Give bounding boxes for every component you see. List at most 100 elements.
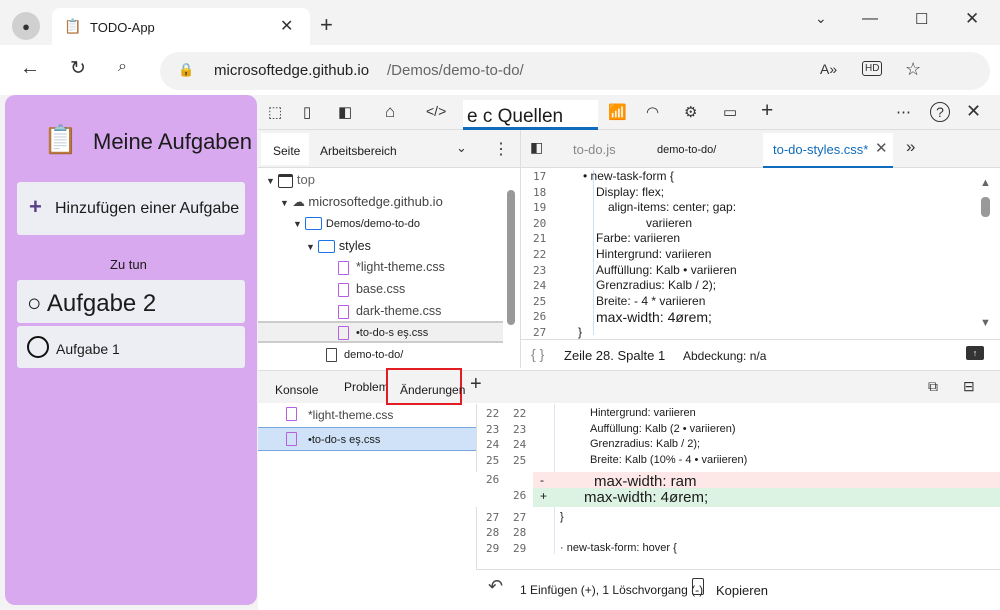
diff-row: 24 24 Grenzradius: Kalb / 2); — [476, 437, 1000, 452]
diff-text: } — [560, 510, 564, 523]
tree-item[interactable]: demo-to-do/ — [326, 347, 403, 362]
file-icon — [326, 347, 337, 362]
tree-item[interactable]: ▼ ☁ microsoftedge.github.io — [280, 194, 443, 209]
line-number: 27 — [513, 510, 527, 524]
folder-icon — [318, 240, 336, 254]
more-tools-plus-icon[interactable]: + — [761, 99, 773, 123]
dock-drawer-icon[interactable]: ⧉ — [928, 378, 938, 395]
code-line: • new-task-form { — [583, 169, 674, 183]
minimize-button[interactable]: — — [862, 10, 878, 28]
close-tab-icon[interactable]: ✕ — [875, 139, 888, 157]
search-icon[interactable]: ⌕ — [118, 58, 127, 76]
new-tab-button[interactable]: + — [320, 12, 333, 38]
tab-console[interactable]: Konsole — [275, 383, 318, 397]
browser-tab[interactable]: 📋 TODO-App ✕ — [52, 8, 310, 45]
tab-strip: ● 📋 TODO-App ✕ + ⌄ — ☐ ✕ — [0, 0, 1000, 45]
indent-guide — [593, 170, 594, 335]
editor-tab-active[interactable]: to-do-styles.css* ✕ — [763, 133, 893, 168]
device-emulation-icon[interactable]: ▯ — [303, 103, 311, 121]
diff-text: Auffüllung: Kalb (2 • variieren) — [590, 422, 736, 435]
url-field[interactable]: 🔒 microsoftedge.github.io /Demos/demo-to… — [160, 52, 990, 90]
diff-row: 29 29 · new-task-form: hover { — [476, 541, 1000, 556]
chevron-down-icon[interactable]: ⌄ — [456, 140, 467, 156]
memory-icon[interactable]: ⚙ — [684, 103, 697, 121]
collapse-drawer-icon[interactable]: ⊟ — [963, 378, 975, 395]
tab-label: Seite — [273, 144, 301, 158]
close-devtools-icon[interactable]: ✕ — [966, 101, 981, 122]
back-icon[interactable]: ← — [20, 57, 40, 80]
inspect-icon[interactable]: ⬚ — [268, 103, 282, 121]
tab-changes[interactable]: Änderungen — [386, 368, 465, 405]
favorite-star-icon[interactable]: ☆ — [905, 59, 921, 80]
copy-icon[interactable] — [692, 578, 704, 595]
performance-icon[interactable]: ◠ — [646, 103, 659, 121]
undo-icon[interactable]: ↶ — [488, 576, 503, 597]
changed-file-selected[interactable]: •to-do-s eş.css — [258, 427, 476, 451]
tree-item[interactable]: •to-do-s eş.css — [338, 325, 428, 340]
code-line: Hintergrund: variieren — [596, 247, 712, 261]
changed-file[interactable]: *light-theme.css — [258, 404, 476, 426]
scroll-up-icon[interactable]: ▲ — [980, 177, 991, 189]
more-vertical-icon[interactable]: ⋮ — [493, 139, 509, 159]
tab-sources[interactable]: e c Quellen — [463, 100, 598, 130]
section-heading: Zu tun — [110, 257, 147, 272]
diff-row: 25 25 Breite: Kalb (10% - 4 • variieren) — [476, 453, 1000, 468]
diff-row: 27 27} — [476, 510, 1000, 525]
file-name: •to-do-s eş.css — [308, 434, 381, 446]
hd-icon[interactable]: HD — [862, 61, 883, 76]
maximize-button[interactable]: ☐ — [915, 10, 928, 28]
tree-item[interactable]: dark-theme.css — [338, 304, 441, 319]
task-item[interactable]: Aufgabe 1 — [17, 326, 245, 368]
show-drawer-icon[interactable]: ↑ — [966, 346, 984, 360]
task-text: Aufgabe 1 — [56, 341, 120, 357]
tree-item[interactable]: ▼ top — [266, 172, 315, 188]
tree-item[interactable]: base.css — [338, 282, 405, 297]
editor-tabs: ◧ to-do.js demo-to-do/ to-do-styles.css*… — [521, 130, 1000, 168]
task-item[interactable]: ○ Aufgabe 2 — [17, 280, 245, 323]
editor-tab[interactable]: to-do.js — [573, 142, 616, 157]
tab-workspace[interactable]: Arbeitsbereich — [320, 144, 397, 158]
pretty-print-icon[interactable]: { } — [531, 346, 544, 362]
tree-item[interactable]: *light-theme.css — [338, 260, 445, 275]
line-number: 23 — [513, 422, 527, 436]
profile-avatar[interactable]: ● — [12, 12, 40, 40]
refresh-icon[interactable]: ↻ — [70, 57, 86, 80]
copy-button[interactable]: Kopieren — [716, 583, 768, 598]
code-line: Display: flex; — [596, 184, 665, 199]
clipboard-icon: 📋 — [64, 18, 82, 34]
task-checkbox[interactable] — [27, 336, 49, 358]
add-tab-icon[interactable]: + — [470, 373, 482, 396]
close-tab-icon[interactable]: ✕ — [280, 16, 293, 36]
editor-tab[interactable]: demo-to-do/ — [657, 144, 716, 156]
network-icon[interactable]: 📶 — [608, 103, 627, 121]
line-number: 24 — [513, 438, 527, 452]
line-number: 23 — [486, 422, 500, 436]
line-number: 29 — [513, 541, 527, 555]
tab-list-chevron-icon[interactable]: ⌄ — [815, 10, 827, 27]
line-number: 25 — [513, 453, 527, 467]
editor-scrollbar[interactable] — [981, 197, 990, 217]
tree-item[interactable]: ▼ styles — [306, 239, 371, 254]
home-icon[interactable]: ⌂ — [385, 102, 395, 122]
dock-icon[interactable]: ◧ — [338, 103, 352, 121]
scroll-down-icon[interactable]: ▼ — [980, 317, 991, 329]
line-number: 28 — [486, 526, 500, 540]
toggle-navigator-icon[interactable]: ◧ — [530, 139, 543, 156]
application-icon[interactable]: ▭ — [723, 103, 737, 121]
line-number: 21 — [533, 232, 547, 246]
more-tabs-icon[interactable]: » — [906, 137, 915, 157]
line-number: 23 — [533, 263, 547, 277]
line-number: 29 — [486, 541, 500, 555]
navigator-scrollbar[interactable] — [507, 190, 515, 325]
url-host: microsoftedge.github.io — [214, 62, 370, 79]
more-options-icon[interactable]: ⋯ — [896, 103, 911, 121]
tree-label: base.css — [355, 282, 406, 296]
tree-item[interactable]: ▼ Demos/demo-to-do — [293, 216, 420, 231]
close-window-button[interactable]: ✕ — [965, 9, 979, 29]
tab-page[interactable]: Seite — [261, 133, 309, 165]
add-task-button[interactable]: + Hinzufügen einer Aufgabe — [17, 182, 245, 235]
help-icon[interactable]: ? — [930, 102, 950, 122]
elements-icon[interactable]: </> — [426, 103, 446, 119]
diff-row: 23 23 Auffüllung: Kalb (2 • variieren) — [476, 422, 1000, 437]
read-aloud-icon[interactable]: A» — [820, 61, 837, 77]
